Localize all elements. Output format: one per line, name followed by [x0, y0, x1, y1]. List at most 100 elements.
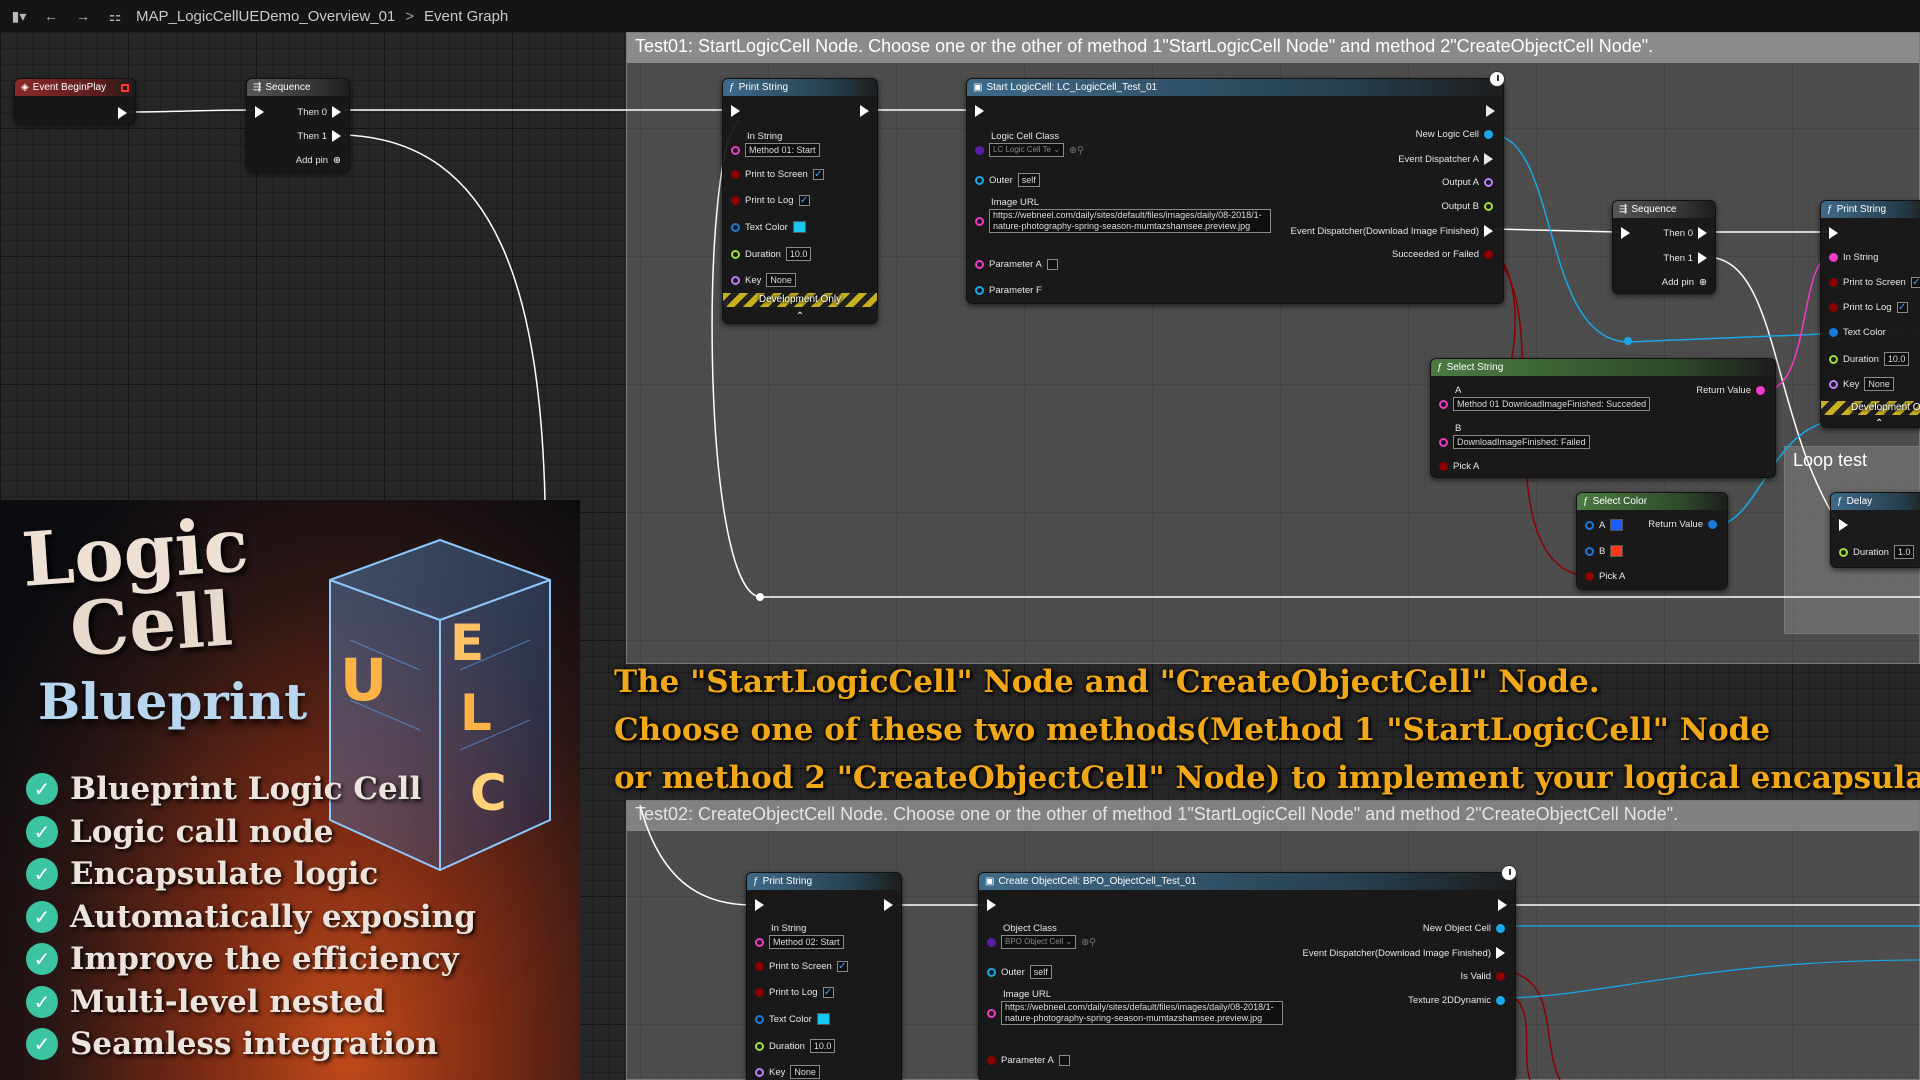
color-pin[interactable] [1585, 546, 1594, 556]
duration-field[interactable]: 10.0 [809, 1039, 836, 1053]
outer-field[interactable]: self [1029, 965, 1052, 979]
bool-pin[interactable] [1829, 303, 1838, 312]
float-pin[interactable] [731, 249, 740, 259]
exec-out-pin[interactable] [1698, 227, 1707, 239]
in-string-field[interactable]: Method 02: Start [769, 935, 844, 949]
outer-field[interactable]: self [1017, 173, 1040, 187]
node-sequence-1[interactable]: ⇶ Sequence Then 0 Then 1 Add pin ⊕ [246, 78, 350, 172]
bool-pin[interactable] [987, 1056, 996, 1065]
class-pin[interactable] [987, 937, 996, 947]
exec-out-pin[interactable] [332, 106, 341, 118]
float-pin[interactable] [1839, 547, 1848, 557]
string-pin[interactable] [1756, 386, 1765, 395]
bool-pin[interactable] [1585, 572, 1594, 581]
node-select-string[interactable]: ƒ Select String A Method 01 DownloadImage… [1430, 358, 1776, 478]
name-pin[interactable] [731, 275, 740, 285]
bool-pin[interactable] [1484, 250, 1493, 259]
object-pin[interactable] [987, 967, 996, 977]
in-string-field[interactable]: Method 01: Start [745, 143, 820, 157]
color-b-swatch[interactable] [1610, 545, 1624, 557]
print-to-screen-checkbox[interactable]: ✓ [812, 169, 824, 180]
object-pin[interactable] [975, 286, 984, 295]
print-to-screen-checkbox[interactable]: ✓ [836, 961, 848, 972]
browse-icon[interactable]: ⊕⚲ [1081, 937, 1096, 948]
node-start-logiccell[interactable]: ▣ Start LogicCell: LC_LogicCell_Test_01 L… [966, 71, 1505, 304]
color-pin[interactable] [1708, 520, 1717, 529]
exec-out-pin[interactable] [1484, 153, 1493, 165]
delegate-pin-icon[interactable] [121, 83, 129, 92]
color-pin[interactable] [755, 1014, 764, 1024]
exec-out-pin[interactable] [860, 105, 869, 117]
text-color-swatch[interactable] [816, 1013, 830, 1025]
key-field[interactable]: None [1864, 377, 1894, 391]
output-pin[interactable] [1484, 178, 1493, 187]
node-sequence-2[interactable]: ⇶ Sequence Then 0 Then 1 Add pin ⊕ [1612, 200, 1716, 294]
print-to-log-checkbox[interactable]: ✓ [1896, 302, 1908, 313]
select-b-field[interactable]: DownloadImageFinished: Failed [1453, 435, 1590, 449]
float-pin[interactable] [1829, 354, 1838, 364]
color-pin[interactable] [1829, 328, 1838, 337]
exec-in-pin[interactable] [1829, 227, 1838, 239]
node-print-string-3[interactable]: ƒ Print String In String Method 02: Start… [746, 872, 902, 1080]
duration-field[interactable]: 10.0 [1883, 352, 1910, 366]
class-pin[interactable] [975, 145, 984, 155]
hierarchy-icon[interactable]: ⚏ [104, 6, 126, 26]
name-pin[interactable] [1829, 379, 1838, 389]
color-a-swatch[interactable] [1610, 519, 1624, 531]
bool-pin[interactable] [731, 196, 740, 205]
node-select-color[interactable]: ƒ Select Color A B Pick A Return Value [1576, 492, 1728, 590]
node-event-beginplay[interactable]: ◈ Event BeginPlay [14, 78, 136, 124]
string-pin[interactable] [975, 260, 984, 269]
exec-in-pin[interactable] [987, 899, 996, 911]
text-color-swatch[interactable] [792, 221, 806, 233]
bool-pin[interactable] [731, 170, 740, 179]
class-dropdown[interactable]: BPO Object Cell ⌄ [1001, 935, 1077, 949]
exec-in-pin[interactable] [755, 899, 764, 911]
exec-in-pin[interactable] [1621, 227, 1630, 239]
print-to-log-checkbox[interactable]: ✓ [798, 195, 810, 206]
exec-in-pin[interactable] [731, 105, 740, 117]
key-field[interactable]: None [766, 273, 796, 287]
add-circle-icon[interactable]: ⊕ [1699, 277, 1707, 288]
color-pin[interactable] [1585, 520, 1594, 530]
duration-field[interactable]: 10.0 [785, 247, 812, 261]
duration-field[interactable]: 1.0 [1893, 545, 1915, 559]
string-pin[interactable] [755, 937, 764, 947]
string-pin[interactable] [987, 1008, 996, 1018]
exec-in-pin[interactable] [975, 105, 984, 117]
string-pin[interactable] [731, 145, 740, 155]
node-print-string-1[interactable]: ƒ Print String In String Method 01: Start… [722, 78, 878, 324]
select-a-field[interactable]: Method 01 DownloadImageFinished: Succede… [1453, 397, 1651, 411]
string-pin[interactable] [1829, 253, 1838, 262]
key-field[interactable]: None [790, 1065, 820, 1079]
object-pin[interactable] [1496, 924, 1505, 933]
object-pin[interactable] [1496, 996, 1505, 1005]
class-dropdown[interactable]: LC Logic Cell Te ⌄ [989, 143, 1065, 157]
bool-pin[interactable] [1439, 462, 1448, 471]
exec-in-pin[interactable] [1839, 519, 1848, 531]
add-pin-button[interactable]: Add pin [296, 155, 328, 166]
exec-out-pin[interactable] [1486, 105, 1495, 117]
bool-pin[interactable] [1496, 972, 1505, 981]
image-url-field[interactable]: https://webneel.com/daily/sites/default/… [1001, 1001, 1283, 1025]
parameter-a-checkbox[interactable] [1046, 259, 1058, 270]
exec-out-pin[interactable] [1498, 899, 1507, 911]
collapse-chevron-icon[interactable]: ⌃ [1875, 418, 1883, 429]
add-circle-icon[interactable]: ⊕ [333, 155, 341, 166]
print-to-log-checkbox[interactable]: ✓ [822, 987, 834, 998]
parameter-a-checkbox[interactable] [1058, 1055, 1070, 1066]
exec-out-pin[interactable] [118, 107, 127, 119]
browse-icon[interactable]: ⊕⚲ [1069, 145, 1084, 156]
bool-pin[interactable] [755, 988, 764, 997]
string-pin[interactable] [1439, 399, 1448, 409]
breadcrumb-graph[interactable]: Event Graph [424, 8, 508, 25]
breadcrumb-map[interactable]: MAP_LogicCellUEDemo_Overview_01 [136, 8, 395, 25]
exec-out-pin[interactable] [1496, 947, 1505, 959]
image-url-field[interactable]: https://webneel.com/daily/sites/default/… [989, 209, 1271, 233]
object-pin[interactable] [1484, 130, 1493, 139]
exec-out-pin[interactable] [884, 899, 893, 911]
back-arrow-icon[interactable]: ← [40, 6, 62, 26]
print-to-screen-checkbox[interactable]: ✓ [1910, 277, 1920, 288]
output-pin[interactable] [1484, 202, 1493, 211]
graph-mode-icon[interactable]: ▮▾ [8, 6, 30, 26]
